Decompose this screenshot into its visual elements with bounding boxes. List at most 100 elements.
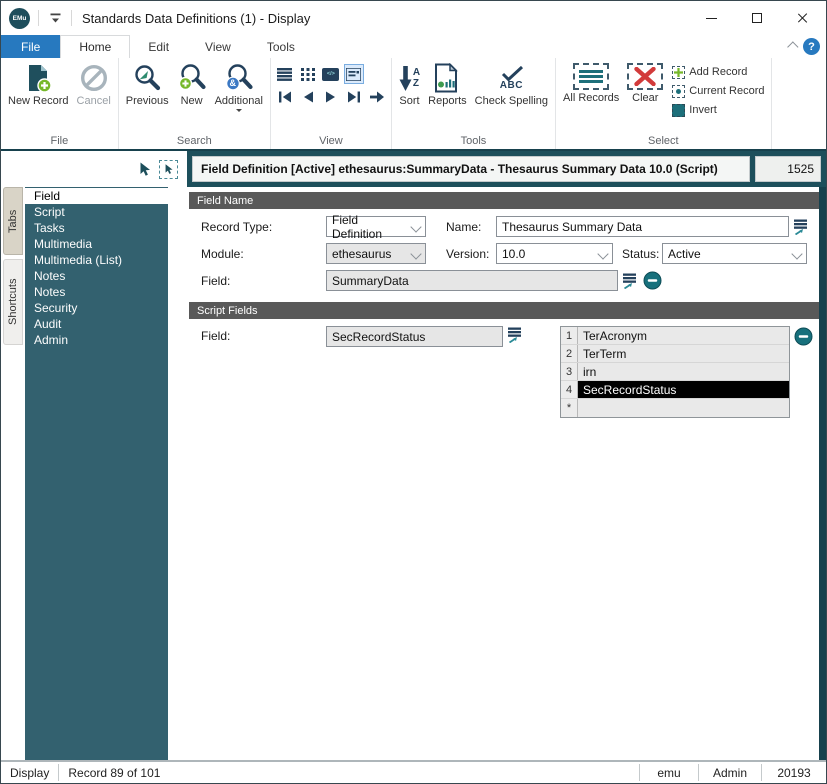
grid-view-icon[interactable] (298, 64, 318, 84)
grid-row[interactable]: 2 TerTerm (561, 345, 789, 363)
first-record-icon[interactable] (275, 87, 295, 107)
all-records-button[interactable]: All Records (560, 61, 622, 106)
spacer (313, 35, 777, 58)
grid-row[interactable]: 1 TerAcronym (561, 327, 789, 345)
new-record-icon (23, 63, 53, 93)
close-button[interactable] (780, 1, 826, 35)
tab-home[interactable]: Home (60, 35, 130, 58)
sidebar-item-audit[interactable]: Audit (25, 316, 168, 332)
status-select[interactable]: Active (662, 243, 807, 264)
current-record-button[interactable]: Current Record (672, 83, 764, 99)
grid-row-new[interactable]: * (561, 399, 789, 417)
invert-selection-button[interactable]: Invert (672, 102, 764, 118)
ribbon-group-search: Previous New & Additional Sea (119, 58, 271, 149)
name-autofill-icon[interactable] (793, 218, 810, 235)
previous-record-icon[interactable] (298, 87, 318, 107)
body-row: Tabs Shortcuts Field Script Tasks Multim… (1, 187, 826, 760)
emu-logo-icon[interactable]: EMu (9, 8, 30, 29)
tab-edit[interactable]: Edit (130, 35, 187, 58)
status-mode: Display (1, 762, 58, 783)
sidebar-item-notes[interactable]: Notes (25, 268, 168, 284)
minimize-button[interactable] (688, 1, 734, 35)
record-summary-bar: Field Definition [Active] ethesaurus:Sum… (187, 151, 826, 187)
side-tab-tabs[interactable]: Tabs (3, 187, 23, 255)
row-value[interactable] (578, 399, 789, 417)
side-tab-shortcuts[interactable]: Shortcuts (3, 259, 23, 345)
app-window: EMu Standards Data Definitions (1) - Dis… (0, 0, 827, 784)
collapse-ribbon-button[interactable] (777, 35, 803, 58)
row-value[interactable]: SecRecordStatus (578, 381, 789, 398)
sidebar-item-notes-2[interactable]: Notes (25, 284, 168, 300)
help-button[interactable]: ? (803, 38, 820, 55)
field-remove-icon[interactable] (643, 271, 662, 290)
ribbon-spacer (772, 58, 827, 149)
list-view-icon[interactable] (275, 64, 295, 84)
sidebar-item-multimedia-list[interactable]: Multimedia (List) (25, 252, 168, 268)
tab-file[interactable]: File (1, 35, 60, 58)
details-view-icon[interactable] (344, 64, 364, 84)
sidebar-item-multimedia[interactable]: Multimedia (25, 236, 168, 252)
sidebar-item-tasks[interactable]: Tasks (25, 220, 168, 236)
pointer-cursor-icon[interactable] (137, 161, 152, 177)
script-field-input[interactable]: SecRecordStatus (326, 326, 503, 347)
row-value[interactable]: irn (578, 363, 789, 380)
tab-view[interactable]: View (187, 35, 249, 58)
field-autofill-icon[interactable] (622, 272, 639, 289)
search-additional-icon: & (224, 63, 254, 93)
status-server: emu (640, 762, 698, 783)
clear-selection-button[interactable]: Clear (624, 61, 666, 106)
search-additional-button[interactable]: & Additional (212, 61, 266, 117)
cancel-button[interactable]: Cancel (74, 61, 114, 109)
tab-list-sidebar: Field Script Tasks Multimedia Multimedia… (25, 187, 168, 760)
name-input[interactable]: Thesaurus Summary Data (496, 216, 789, 237)
ampersand-icon: & (227, 78, 238, 88)
field-label: Field: (201, 274, 326, 288)
group-label-tools: Tools (396, 134, 551, 149)
script-field-autofill-icon[interactable] (507, 326, 524, 343)
search-new-icon (177, 63, 207, 93)
sidebar-item-field[interactable]: Field (25, 188, 168, 204)
ribbon-group-select: All Records Clear Add Record Current Rec… (556, 58, 771, 149)
side-tab-strip: Tabs Shortcuts (1, 187, 25, 760)
module-select[interactable]: ethesaurus (326, 243, 426, 264)
status-label: Status: (622, 247, 662, 261)
maximize-button[interactable] (734, 1, 780, 35)
ribbon-tab-bar: File Home Edit View Tools ? (1, 35, 826, 58)
all-records-icon (573, 63, 609, 90)
group-label-file: File (5, 134, 114, 149)
row-number: 1 (561, 327, 578, 344)
reports-button[interactable]: Reports (425, 61, 470, 109)
row-value[interactable]: TerTerm (578, 345, 789, 362)
quick-access-dropdown-icon[interactable] (47, 11, 63, 25)
title-bar: EMu Standards Data Definitions (1) - Dis… (1, 1, 826, 35)
abc-glyph: ABC (500, 81, 523, 91)
check-spelling-button[interactable]: ABC Check Spelling (472, 61, 551, 109)
maximize-icon (752, 13, 762, 23)
grid-row-selected[interactable]: 4 SecRecordStatus (561, 381, 789, 399)
sidebar-item-security[interactable]: Security (25, 300, 168, 316)
last-record-icon[interactable] (344, 87, 364, 107)
goto-record-icon[interactable] (367, 87, 387, 107)
code-glyph: </> (327, 71, 335, 77)
code-view-icon[interactable]: </> (321, 64, 341, 84)
row-value[interactable]: TerAcronym (578, 327, 789, 344)
add-record-button[interactable]: Add Record (672, 64, 764, 80)
record-type-select[interactable]: Field Definition (326, 216, 426, 237)
search-new-button[interactable]: New (174, 61, 210, 109)
search-previous-button[interactable]: Previous (123, 61, 172, 109)
current-record-icon (672, 85, 685, 98)
next-record-icon[interactable] (321, 87, 341, 107)
sidebar-item-script[interactable]: Script (25, 204, 168, 220)
ribbon-group-view: </> View (271, 58, 392, 149)
form-area: Field Name Record Type: Field Definition… (168, 187, 819, 760)
tab-tools[interactable]: Tools (249, 35, 313, 58)
sort-button[interactable]: AZ Sort (396, 61, 423, 109)
grid-remove-icon[interactable] (794, 327, 813, 346)
select-cursor-icon[interactable] (159, 160, 178, 179)
status-user: Admin (699, 762, 761, 783)
new-record-button[interactable]: New Record (5, 61, 72, 109)
field-input[interactable]: SummaryData (326, 270, 618, 291)
sidebar-item-admin[interactable]: Admin (25, 332, 168, 348)
grid-row[interactable]: 3 irn (561, 363, 789, 381)
version-select[interactable]: 10.0 (496, 243, 613, 264)
